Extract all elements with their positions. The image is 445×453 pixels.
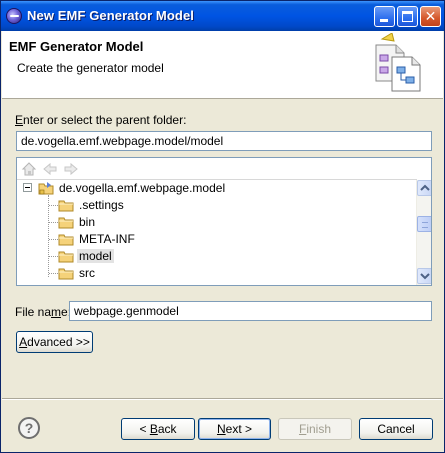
tree-item-model[interactable]: model bbox=[17, 248, 415, 265]
tree-toolbar bbox=[17, 158, 417, 180]
close-icon: ✕ bbox=[424, 8, 437, 24]
close-button[interactable]: ✕ bbox=[420, 6, 441, 27]
back-button[interactable]: < Back bbox=[121, 418, 195, 440]
minimize-button[interactable] bbox=[374, 6, 395, 27]
tree-item-label: .settings bbox=[79, 198, 124, 212]
title-bar[interactable]: New EMF Generator Model ✕ bbox=[1, 1, 444, 31]
tree-item-meta-inf[interactable]: META-INF bbox=[17, 231, 415, 248]
project-folder-icon bbox=[38, 182, 54, 195]
parent-folder-input[interactable]: de.vogella.emf.webpage.model/model bbox=[16, 131, 432, 151]
tree-item-label: model bbox=[77, 249, 114, 263]
back-icon[interactable] bbox=[42, 161, 58, 177]
finish-button[interactable]: Finish bbox=[278, 418, 352, 440]
parent-folder-label: Enter or select the parent folder: bbox=[15, 113, 187, 127]
page-description: Create the generator model bbox=[17, 61, 164, 75]
maximize-button[interactable] bbox=[397, 6, 418, 27]
collapse-icon[interactable] bbox=[23, 183, 32, 192]
file-name-label: File name: bbox=[15, 305, 72, 319]
tree-item-project[interactable]: de.vogella.emf.webpage.model bbox=[17, 180, 415, 197]
file-name-input[interactable]: webpage.genmodel bbox=[69, 301, 432, 321]
next-button[interactable]: Next > bbox=[198, 418, 271, 440]
scroll-thumb[interactable] bbox=[417, 216, 431, 232]
scroll-down-button[interactable] bbox=[417, 268, 431, 284]
tree-item-label: de.vogella.emf.webpage.model bbox=[59, 181, 226, 195]
tree-item-settings[interactable]: .settings bbox=[17, 197, 415, 214]
eclipse-icon bbox=[6, 8, 22, 24]
page-title: EMF Generator Model bbox=[9, 39, 144, 54]
tree-item-bin[interactable]: bin bbox=[17, 214, 415, 231]
forward-icon[interactable] bbox=[63, 161, 79, 177]
maximize-icon bbox=[402, 11, 413, 22]
tree-item-src[interactable]: src bbox=[17, 265, 415, 282]
tree-item-label: META-INF bbox=[79, 232, 135, 246]
wizard-dialog: New EMF Generator Model ✕ EMF Generator … bbox=[0, 0, 445, 453]
chevron-down-icon bbox=[420, 273, 430, 280]
cancel-button[interactable]: Cancel bbox=[359, 418, 433, 440]
tree-item-label: src bbox=[79, 266, 95, 280]
folder-icon bbox=[58, 268, 74, 280]
folder-tree[interactable]: de.vogella.emf.webpage.model .settings b… bbox=[16, 157, 432, 286]
window-title: New EMF Generator Model bbox=[27, 8, 194, 23]
chevron-up-icon bbox=[420, 184, 430, 191]
tree-vertical-scrollbar[interactable] bbox=[416, 180, 431, 285]
advanced-button[interactable]: Advanced >> bbox=[16, 331, 93, 353]
genmodel-wizard-icon bbox=[375, 33, 421, 92]
folder-icon bbox=[58, 217, 74, 229]
folder-icon bbox=[58, 200, 74, 212]
footer-separator bbox=[2, 398, 443, 400]
wizard-header: EMF Generator Model Create the generator… bbox=[2, 31, 443, 99]
tree-item-label: bin bbox=[79, 215, 96, 229]
scroll-up-button[interactable] bbox=[417, 180, 431, 196]
minimize-icon bbox=[380, 19, 388, 22]
folder-icon bbox=[58, 251, 74, 263]
folder-icon bbox=[58, 234, 74, 246]
help-icon[interactable]: ? bbox=[18, 417, 40, 439]
home-icon[interactable] bbox=[21, 161, 37, 177]
